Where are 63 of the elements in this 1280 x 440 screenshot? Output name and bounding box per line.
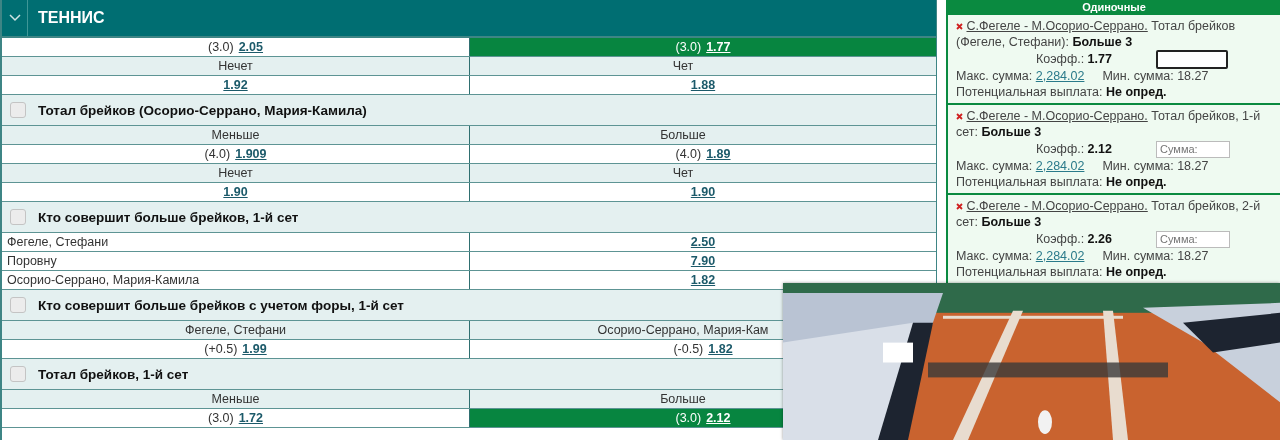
odds-link[interactable]: 1.72 xyxy=(238,411,263,425)
odds-link[interactable]: 1.92 xyxy=(223,78,248,92)
checkbox[interactable] xyxy=(10,297,26,313)
odds-link[interactable]: 1.90 xyxy=(223,185,248,199)
close-icon[interactable] xyxy=(956,23,963,31)
potential-payout: Потенциальная выплата: Не опред. xyxy=(956,84,1168,100)
checkbox[interactable] xyxy=(10,102,26,118)
sport-title: ТЕННИС xyxy=(38,9,105,27)
odds-link[interactable]: 2.05 xyxy=(238,40,263,54)
outcome-label: Нечет xyxy=(217,165,254,182)
min-stake: Мин. сумма: 18.27 xyxy=(1102,248,1209,264)
odds-link[interactable]: 1.909 xyxy=(235,147,267,161)
odds-link[interactable]: 1.90 xyxy=(690,185,716,199)
coefficient: Коэфф.: 1.77 xyxy=(1036,52,1113,66)
bet-description: С.Фегеле - М.Осорио-Серрано. Тотал брейков (Фегеле, Стефани): Больше 3 xyxy=(956,18,1237,50)
potential-payout: Потенциальная выплата: Не опред. xyxy=(956,174,1168,190)
odds-link[interactable]: 1.89 xyxy=(706,147,731,161)
outcome-label: Чет xyxy=(469,164,936,182)
odds-link[interactable]: 1.82 xyxy=(708,342,733,356)
outcome-label: Фегеле, Стефани xyxy=(183,322,288,339)
potential-payout: Потенциальная выплата: Не опред. xyxy=(956,264,1168,280)
market-title: Кто совершит больше брейков, 1-й сет xyxy=(38,209,299,225)
market-title: Кто совершит больше брейков с учетом форы, 1-й сет xyxy=(38,297,404,313)
handicap: (-0.5) xyxy=(673,342,704,356)
handicap: (3.0) xyxy=(675,40,702,54)
handicap: (4.0) xyxy=(204,147,231,161)
min-stake: Мин. сумма: 18.27 xyxy=(1102,68,1209,84)
max-stake: Макс. сумма: 2,284.02 xyxy=(956,68,1085,84)
handicap: (+0.5) xyxy=(204,342,238,356)
handicap: (3.0) xyxy=(207,40,234,54)
stake-field[interactable]: Сумма: xyxy=(1156,140,1230,158)
odds-link[interactable]: 1.99 xyxy=(242,342,267,356)
odds-link[interactable]: 1.77 xyxy=(706,40,731,54)
bet-slip-title: Одиночные xyxy=(948,0,1280,15)
handicap: (3.0) xyxy=(207,411,234,425)
stake-field[interactable] xyxy=(1156,49,1228,69)
coefficient: Коэфф.: 2.12 xyxy=(1036,142,1113,156)
odds-link[interactable]: 2.50 xyxy=(690,235,716,249)
odds-link[interactable]: 1.82 xyxy=(690,273,716,287)
min-stake: Мин. сумма: 18.27 xyxy=(1102,158,1209,174)
outcome-label: Больше xyxy=(469,126,936,144)
max-stake: Макс. сумма: 2,284.02 xyxy=(956,158,1085,174)
odds-link[interactable]: 2.12 xyxy=(706,411,731,425)
outcome-label: Нечет xyxy=(217,58,254,75)
market-title: Тотал брейков, 1-й сет xyxy=(38,366,189,382)
max-stake: Макс. сумма: 2,284.02 xyxy=(956,248,1085,264)
close-icon[interactable] xyxy=(956,203,963,211)
handicap: (3.0) xyxy=(675,411,702,425)
bet-description: С.Фегеле - М.Осорио-Серрано. Тотал брейков, 2-й сет: Больше 3 xyxy=(956,198,1262,230)
stake-field[interactable]: Сумма: xyxy=(1156,230,1230,248)
coefficient: Коэфф.: 2.26 xyxy=(1036,232,1113,246)
odds-link[interactable]: 7.90 xyxy=(690,254,716,268)
close-icon[interactable] xyxy=(956,113,963,121)
bet-description: С.Фегеле - М.Осорио-Серрано. Тотал брейков, 1-й сет: Больше 3 xyxy=(956,108,1262,140)
checkbox[interactable] xyxy=(10,209,26,225)
checkbox[interactable] xyxy=(10,366,26,382)
market-title: Тотал брейков (Осорио-Серрано, Мария-Камила) xyxy=(38,102,367,118)
handicap: (4.0) xyxy=(675,147,702,161)
outcome-label: Чет xyxy=(469,57,936,75)
outcome-label: Меньше xyxy=(210,391,261,408)
odds-link[interactable]: 1.88 xyxy=(690,78,716,92)
outcome-label: Меньше xyxy=(210,127,261,144)
chevron-icon xyxy=(8,14,21,22)
